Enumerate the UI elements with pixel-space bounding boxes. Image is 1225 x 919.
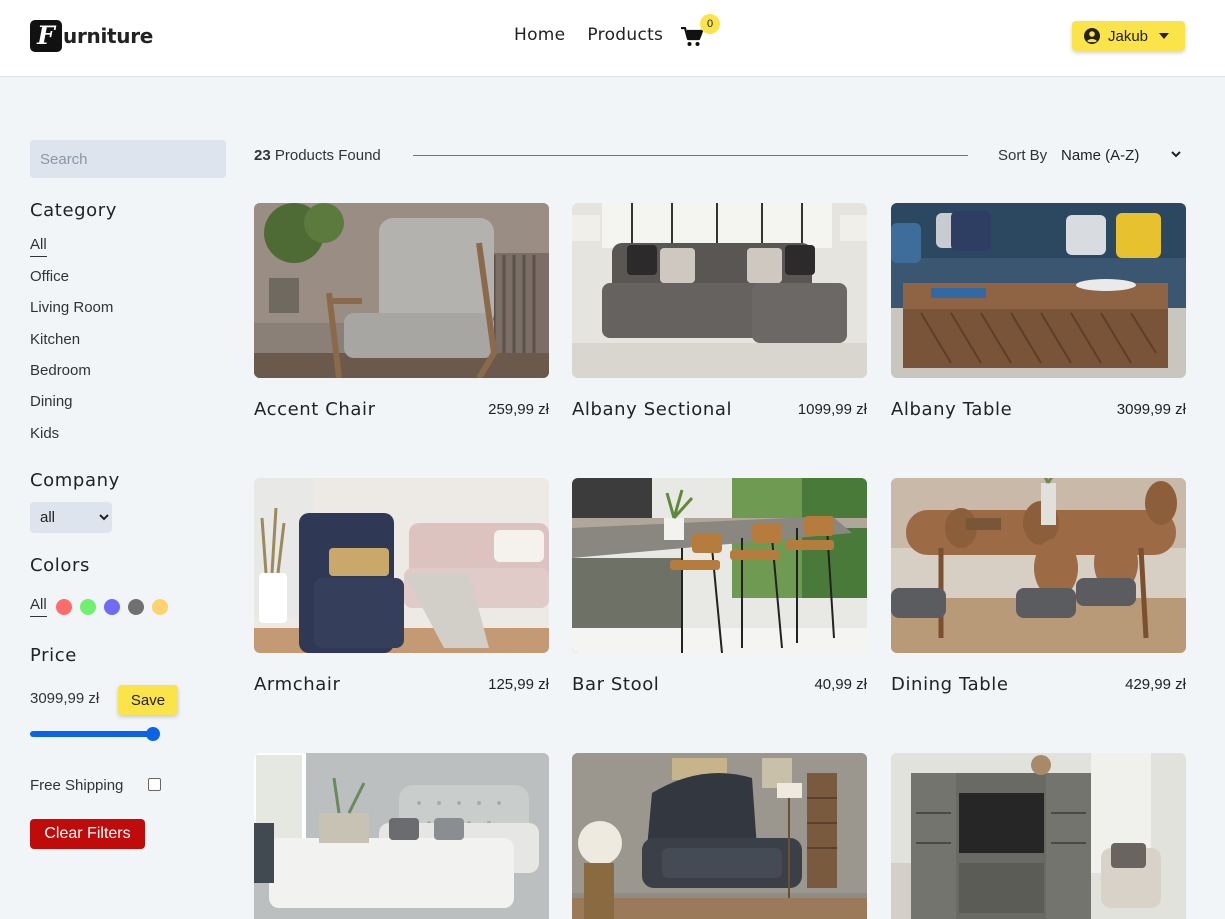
user-menu-button[interactable]: Jakub	[1072, 21, 1185, 51]
product-price: 3099,99 zł	[1116, 401, 1186, 418]
product-image[interactable]	[254, 203, 549, 378]
product-image[interactable]	[891, 478, 1186, 653]
price-title: Price	[30, 645, 77, 666]
product-image[interactable]	[572, 203, 867, 378]
product-price: 40,99 zł	[814, 676, 867, 693]
product-image[interactable]	[572, 753, 867, 919]
color-swatch-red[interactable]	[55, 598, 72, 615]
product-image[interactable]	[572, 478, 867, 653]
save-button[interactable]: Save	[118, 685, 178, 715]
product-image[interactable]	[254, 753, 549, 919]
product-name: Accent Chair	[254, 399, 376, 420]
company-title: Company	[30, 470, 120, 491]
product-name: Dining Table	[891, 674, 1009, 695]
products-count-label: Products Found	[274, 147, 381, 164]
price-value: 3099,99 zł	[30, 690, 100, 707]
color-all[interactable]: All	[30, 596, 47, 617]
product-card[interactable]: Dining Table 429,99 zł	[891, 478, 1186, 695]
sort-select[interactable]: Name (A-Z)	[1061, 147, 1139, 164]
cart-icon	[681, 27, 703, 46]
product-card[interactable]	[891, 753, 1186, 919]
color-swatches: All	[30, 596, 176, 617]
company-select[interactable]: all	[30, 502, 112, 533]
product-name: Bar Stool	[572, 674, 660, 695]
category-kitchen[interactable]: Kitchen	[30, 331, 80, 348]
sort-label: Sort By	[998, 147, 1048, 164]
product-price: 259,99 zł	[488, 401, 549, 418]
category-all[interactable]: All	[30, 236, 47, 257]
nav-home[interactable]: Home	[514, 25, 565, 45]
search-input[interactable]	[30, 140, 226, 178]
category-kids[interactable]: Kids	[30, 425, 59, 442]
product-card[interactable]	[254, 753, 549, 919]
product-card[interactable]: Armchair 125,99 zł	[254, 478, 549, 695]
product-name: Albany Table	[891, 399, 1013, 420]
navbar: F urniture Home Products 0 Jakub	[0, 0, 1225, 77]
category-bedroom[interactable]: Bedroom	[30, 362, 91, 379]
logo-text: urniture	[63, 24, 154, 48]
header-divider	[413, 155, 968, 156]
product-image[interactable]	[891, 203, 1186, 378]
product-name: Albany Sectional	[572, 399, 733, 420]
product-price: 1099,99 zł	[797, 401, 867, 418]
color-swatch-green[interactable]	[79, 598, 96, 615]
user-circle-icon	[1084, 28, 1100, 44]
cart-count-badge: 0	[700, 14, 720, 34]
color-swatch-blue[interactable]	[103, 598, 120, 615]
user-name: Jakub	[1108, 27, 1149, 45]
category-office[interactable]: Office	[30, 268, 69, 285]
filters-sidebar: Category All Office Living Room Kitchen …	[30, 140, 230, 849]
product-card[interactable]: Albany Sectional 1099,99 zł	[572, 203, 867, 420]
brand-logo[interactable]: F urniture	[30, 20, 153, 52]
colors-title: Colors	[30, 555, 90, 576]
logo-mark: F	[30, 20, 62, 52]
color-swatch-yellow[interactable]	[151, 598, 168, 615]
product-card[interactable]: Bar Stool 40,99 zł	[572, 478, 867, 695]
price-slider[interactable]	[30, 727, 160, 741]
category-living-room[interactable]: Living Room	[30, 299, 113, 316]
category-title: Category	[30, 200, 118, 221]
price-slider-track	[30, 731, 153, 737]
free-shipping-checkbox[interactable]	[148, 778, 161, 791]
cart-button[interactable]: 0	[681, 14, 721, 50]
price-slider-thumb[interactable]	[146, 727, 160, 741]
color-swatch-gray[interactable]	[127, 598, 144, 615]
product-price: 429,99 zł	[1125, 676, 1186, 693]
product-name: Armchair	[254, 674, 341, 695]
products-count: 23 Products Found	[254, 147, 381, 164]
clear-filters-button[interactable]: Clear Filters	[30, 819, 145, 849]
product-image[interactable]	[254, 478, 549, 653]
nav-links: Home Products	[514, 25, 685, 45]
nav-products[interactable]: Products	[587, 25, 663, 45]
product-image[interactable]	[891, 753, 1186, 919]
product-card[interactable]: Accent Chair 259,99 zł	[254, 203, 549, 420]
caret-down-icon	[1159, 33, 1170, 39]
product-price: 125,99 zł	[488, 676, 549, 693]
chevron-down-icon[interactable]	[1170, 148, 1182, 160]
products-count-number: 23	[254, 147, 271, 164]
category-dining[interactable]: Dining	[30, 393, 73, 410]
free-shipping-label: Free Shipping	[30, 777, 124, 794]
product-card[interactable]: Albany Table 3099,99 zł	[891, 203, 1186, 420]
product-card[interactable]	[572, 753, 867, 919]
